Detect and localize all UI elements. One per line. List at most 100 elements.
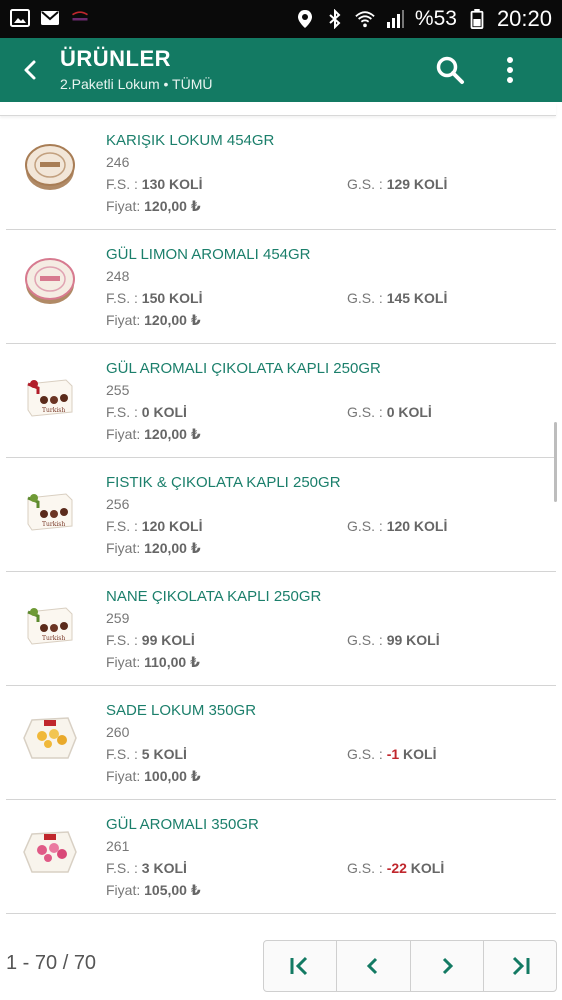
warehouse-stock: G.S. : 129 KOLİ	[347, 176, 447, 192]
product-row[interactable]: GÜL AROMALI 350GR 261 F.S. : 3 KOLİ G.S. : …	[6, 800, 556, 914]
prev-page-button[interactable]	[337, 941, 411, 991]
warehouse-stock: G.S. : -1 KOLİ	[347, 746, 436, 762]
fs-unit: KOLİ	[157, 632, 195, 648]
fs-label: F.S. :	[106, 746, 142, 762]
last-page-button[interactable]	[484, 941, 556, 991]
mail-icon	[41, 11, 59, 25]
wifi-icon	[355, 11, 375, 28]
price-label: Fiyat:	[106, 312, 145, 328]
fs-value: 3	[141, 860, 150, 876]
more-options-button[interactable]	[490, 50, 530, 90]
fs-value: 99	[141, 632, 158, 648]
warehouse-stock: G.S. : 99 KOLİ	[347, 632, 440, 648]
product-row[interactable]: Turkish NANE ÇIKOLATA KAPLI 250GR 259 F.S. …	[6, 572, 556, 686]
product-name: GÜL AROMALI ÇIKOLATA KAPLI 250GR	[106, 360, 381, 377]
back-button[interactable]	[10, 50, 50, 90]
gs-label: G.S. :	[347, 290, 387, 306]
product-code: 246	[106, 154, 130, 170]
price-label: Fiyat:	[106, 768, 145, 784]
product-image: Turkish	[22, 366, 78, 422]
first-page-button[interactable]	[264, 941, 338, 991]
fs-label: F.S. :	[106, 632, 142, 648]
product-code: 259	[106, 610, 130, 626]
product-list[interactable]: KARIŞIK LOKUM 454GR 246 F.S. : 130 KOLİ G.S…	[0, 102, 562, 932]
price-value: 120,00 ₺	[144, 312, 201, 328]
product-price: Fiyat: 105,00 ₺	[106, 882, 201, 899]
chevron-left-icon	[24, 60, 36, 80]
fs-label: F.S. :	[106, 860, 142, 876]
gs-unit: KOLİ	[399, 746, 437, 762]
last-page-icon	[512, 956, 530, 976]
price-label: Fiyat:	[106, 540, 145, 556]
svg-text:Turkish: Turkish	[42, 521, 65, 528]
product-row[interactable]: Turkish FISTIK & ÇIKOLATA KAPLI 250GR 256 F…	[6, 458, 556, 572]
pagination-range: 1 - 70 / 70	[6, 952, 97, 974]
svg-text:Turkish: Turkish	[42, 407, 65, 414]
fs-value: 120	[141, 518, 166, 534]
product-row[interactable]: SADE LOKUM 350GR 260 F.S. : 5 KOLİ G.S. : -…	[6, 686, 556, 800]
price-value: 105,00 ₺	[144, 882, 201, 898]
product-code: 261	[106, 838, 130, 854]
fs-unit: KOLİ	[165, 176, 203, 192]
gs-value: 129	[386, 176, 411, 192]
product-name: FISTIK & ÇIKOLATA KAPLI 250GR	[106, 474, 341, 491]
product-name: KARIŞIK LOKUM 454GR	[106, 132, 275, 149]
gs-unit: KOLİ	[410, 518, 448, 534]
price-label: Fiyat:	[106, 654, 145, 670]
search-button[interactable]	[430, 50, 470, 90]
gs-value: 99	[386, 632, 403, 648]
fs-label: F.S. :	[106, 290, 142, 306]
factory-stock: F.S. : 120 KOLİ	[106, 518, 203, 534]
gs-label: G.S. :	[347, 860, 387, 876]
gs-label: G.S. :	[347, 746, 387, 762]
product-code: 248	[106, 268, 130, 284]
gs-label: G.S. :	[347, 176, 387, 192]
warehouse-stock: G.S. : 120 KOLİ	[347, 518, 447, 534]
factory-stock: F.S. : 0 KOLİ	[106, 404, 187, 420]
battery-icon	[470, 9, 484, 29]
more-vertical-icon	[507, 57, 513, 83]
product-price: Fiyat: 110,00 ₺	[106, 654, 200, 671]
product-price: Fiyat: 120,00 ₺	[106, 198, 201, 215]
signal-icon	[386, 10, 404, 28]
price-label: Fiyat:	[106, 198, 145, 214]
scrollbar[interactable]	[554, 422, 557, 502]
product-image	[22, 822, 78, 878]
status-bar: %53 20:20	[0, 0, 562, 38]
gs-label: G.S. :	[347, 518, 387, 534]
price-value: 120,00 ₺	[144, 198, 201, 214]
product-image: Turkish	[22, 480, 78, 536]
page-title: ÜRÜNLER	[60, 46, 172, 71]
list-divider	[0, 102, 556, 116]
next-page-icon	[442, 957, 453, 975]
factory-stock: F.S. : 5 KOLİ	[106, 746, 187, 762]
price-value: 120,00 ₺	[144, 426, 201, 442]
product-row[interactable]: GÜL LIMON AROMALI 454GR 248 F.S. : 150 KOL…	[6, 230, 556, 344]
product-row[interactable]: KARIŞIK LOKUM 454GR 246 F.S. : 130 KOLİ G.S…	[6, 116, 556, 230]
factory-stock: F.S. : 150 KOLİ	[106, 290, 203, 306]
product-price: Fiyat: 120,00 ₺	[106, 426, 201, 443]
gs-value: -22	[386, 860, 407, 876]
fs-label: F.S. :	[106, 404, 142, 420]
next-page-button[interactable]	[411, 941, 484, 991]
fs-unit: KOLİ	[149, 746, 187, 762]
product-name: NANE ÇIKOLATA KAPLI 250GR	[106, 588, 322, 605]
price-value: 100,00 ₺	[144, 768, 201, 784]
gs-unit: KOLİ	[410, 176, 448, 192]
product-name: SADE LOKUM 350GR	[106, 702, 257, 719]
image-icon	[10, 9, 30, 27]
fs-value: 0	[141, 404, 150, 420]
app-bar: ÜRÜNLER 2.Paketli Lokum • TÜMÜ	[0, 38, 562, 102]
gs-label: G.S. :	[347, 632, 387, 648]
gs-value: -1	[386, 746, 400, 762]
price-value: 110,00 ₺	[144, 654, 200, 670]
product-row[interactable]: Turkish GÜL AROMALI ÇIKOLATA KAPLI 250GR 2…	[6, 344, 556, 458]
factory-stock: F.S. : 130 KOLİ	[106, 176, 203, 192]
clock: 20:20	[496, 6, 552, 31]
gs-unit: KOLİ	[394, 404, 432, 420]
price-label: Fiyat:	[106, 882, 145, 898]
factory-stock: F.S. : 3 KOLİ	[106, 860, 187, 876]
gs-unit: KOLİ	[406, 860, 445, 876]
first-page-icon	[290, 956, 308, 976]
prev-page-icon	[367, 957, 378, 975]
